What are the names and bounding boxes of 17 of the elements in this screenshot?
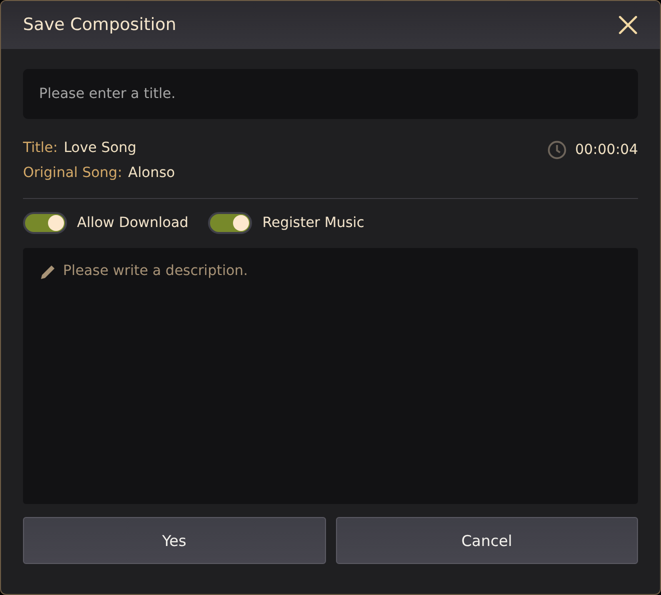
duration-text: 00:00:04: [575, 142, 638, 158]
close-button[interactable]: [618, 15, 638, 35]
toggle-label: Allow Download: [77, 215, 188, 231]
info-label: Title:: [23, 140, 58, 156]
pencil-icon: [39, 263, 57, 281]
dialog-button[interactable]: Cancel: [336, 517, 638, 564]
toggle-switch[interactable]: [208, 212, 252, 234]
info-label: Original Song:: [23, 165, 122, 181]
title-input-field[interactable]: Please enter a title.: [23, 69, 638, 119]
dialog-button[interactable]: Yes: [23, 517, 326, 564]
info-value: Alonso: [128, 165, 175, 181]
info-value: Love Song: [64, 140, 136, 156]
window-title: Save Composition: [23, 15, 176, 35]
toggle-label: Register Music: [262, 215, 364, 231]
clock-icon: [547, 140, 568, 160]
toggle-switch[interactable]: [23, 212, 67, 234]
description-field[interactable]: Please write a description.: [23, 248, 638, 504]
